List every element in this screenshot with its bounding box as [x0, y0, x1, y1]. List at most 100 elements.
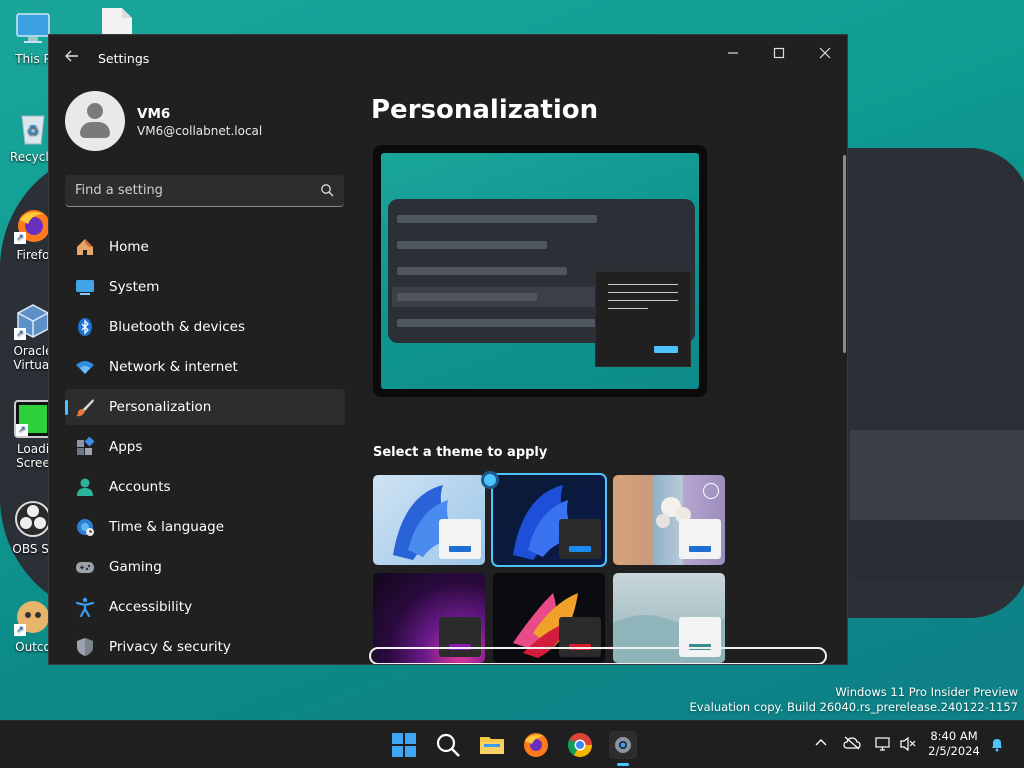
sidebar-item-label: Gaming	[109, 559, 162, 575]
network-icon[interactable]	[874, 736, 892, 754]
sidebar-item-time-language[interactable]: Time & language	[65, 509, 345, 545]
shortcut-arrow-icon: ↗	[14, 328, 26, 340]
sidebar-item-personalization[interactable]: Personalization	[65, 389, 345, 425]
sidebar-item-network[interactable]: Network & internet	[65, 349, 345, 385]
title-bar[interactable]: Settings	[49, 35, 847, 81]
firefox-icon[interactable]	[522, 731, 550, 759]
sidebar-item-gaming[interactable]: Gaming	[65, 549, 345, 585]
home-icon	[77, 239, 93, 255]
virtualbox-icon: ↗	[14, 302, 52, 340]
globe-clock-icon	[77, 519, 94, 536]
volume-muted-icon[interactable]	[899, 736, 917, 754]
shortcut-arrow-icon: ↗	[14, 232, 26, 244]
watermark-line: Windows 11 Pro Insider Preview	[835, 685, 1018, 699]
gamepad-icon	[76, 562, 94, 573]
sidebar-item-accessibility[interactable]: Accessibility	[65, 589, 345, 625]
chrome-icon[interactable]	[566, 731, 594, 759]
sidebar-item-label: System	[109, 279, 160, 295]
monitor-icon	[76, 280, 94, 295]
loading-screen-icon: ↗	[14, 400, 52, 438]
desktop-icon-file[interactable]	[100, 8, 134, 34]
theme-windows-dark[interactable]	[491, 473, 607, 567]
desktop-icon-label: Firefo	[16, 248, 50, 262]
vertical-scrollbar[interactable]	[843, 155, 846, 353]
taskbar: 8:40 AM 2/5/2024	[0, 720, 1024, 768]
obs-icon	[14, 500, 52, 538]
avatar	[65, 91, 125, 151]
sidebar-item-label: Network & internet	[109, 359, 238, 375]
minimize-button[interactable]	[710, 41, 756, 69]
shortcut-arrow-icon: ↗	[16, 424, 28, 436]
desktop-icon-label: Loadi Scree	[16, 442, 50, 470]
sidebar-item-bluetooth[interactable]: Bluetooth & devices	[65, 309, 345, 345]
sidebar-item-privacy-security[interactable]: Privacy & security	[65, 629, 345, 664]
selected-check-icon	[481, 471, 499, 489]
sidebar-item-label: Time & language	[109, 519, 225, 535]
sidebar-item-label: Home	[109, 239, 149, 255]
horizontal-scrollbar[interactable]	[369, 647, 827, 664]
user-profile[interactable]: VM6 VM6@collabnet.local	[65, 91, 365, 151]
apps-icon	[77, 437, 95, 455]
sidebar-item-system[interactable]: System	[65, 269, 345, 305]
bluetooth-icon	[78, 318, 92, 336]
sidebar-item-apps[interactable]: Apps	[65, 429, 345, 465]
minimize-icon	[728, 52, 738, 54]
outcome-icon: ↗	[14, 598, 52, 636]
search-input[interactable]	[65, 175, 305, 205]
sidebar-item-label: Privacy & security	[109, 639, 231, 655]
desktop-wallpaper-shape	[850, 520, 1024, 580]
active-app-indicator	[617, 763, 629, 766]
wifi-icon	[76, 361, 94, 374]
window-title: Settings	[98, 51, 150, 66]
sidebar-item-label: Accessibility	[109, 599, 193, 615]
desktop-icon-label: This P	[15, 52, 51, 66]
close-icon	[819, 47, 831, 59]
firefox-icon: ↗	[14, 206, 52, 244]
theme-preview	[373, 145, 707, 397]
svg-text:♻: ♻	[27, 123, 40, 139]
back-button[interactable]	[61, 47, 83, 69]
paintbrush-icon	[76, 399, 94, 417]
cloud-off-icon[interactable]	[843, 736, 861, 754]
search-icon[interactable]	[434, 731, 462, 759]
maximize-button[interactable]	[756, 41, 802, 69]
page-title: Personalization	[371, 95, 599, 125]
recycle-bin-icon: ♻	[14, 108, 52, 146]
accessibility-icon	[75, 597, 95, 617]
sidebar-item-label: Bluetooth & devices	[109, 319, 246, 335]
clock-date: 2/5/2024	[928, 744, 980, 758]
user-name: VM6	[137, 106, 171, 122]
theme-windows-light[interactable]	[373, 475, 485, 565]
watermark-line: Evaluation copy. Build 26040.rs_prerelea…	[689, 700, 1018, 714]
sidebar-item-label: Personalization	[109, 399, 212, 415]
system-clock[interactable]: 8:40 AM 2/5/2024	[926, 729, 982, 759]
desktop-wallpaper-shape	[850, 430, 1024, 520]
spotlight-badge-icon	[703, 483, 719, 499]
main-content: Personalization Select a theme to apply	[371, 81, 847, 664]
settings-window: Settings VM6 VM6@collabnet.local Home Sy…	[48, 34, 848, 665]
settings-icon[interactable]	[609, 731, 637, 759]
sidebar-item-label: Apps	[109, 439, 143, 455]
preview-dialog	[595, 271, 691, 367]
file-explorer-icon[interactable]	[478, 731, 506, 759]
chevron-up-icon[interactable]	[812, 736, 830, 754]
user-email: VM6@collabnet.local	[137, 124, 263, 138]
sidebar-item-accounts[interactable]: Accounts	[65, 469, 345, 505]
close-button[interactable]	[802, 41, 847, 69]
section-title: Select a theme to apply	[373, 445, 548, 460]
back-arrow-icon	[65, 50, 78, 62]
theme-preview-image	[381, 153, 699, 389]
clock-time: 8:40 AM	[930, 729, 978, 743]
file-icon	[102, 8, 132, 34]
evaluation-watermark: Windows 11 Pro Insider Preview Evaluatio…	[690, 685, 1018, 715]
computer-icon	[14, 10, 52, 48]
sidebar-item-home[interactable]: Home	[65, 229, 345, 265]
person-icon	[77, 478, 93, 496]
theme-spotlight[interactable]	[613, 475, 725, 565]
search-icon	[321, 184, 334, 197]
shield-icon	[77, 638, 93, 656]
desktop-icon-label: Outco	[15, 640, 51, 654]
start-icon[interactable]	[390, 731, 418, 759]
notification-bell-icon[interactable]	[988, 736, 1006, 754]
search-box[interactable]	[65, 175, 344, 207]
